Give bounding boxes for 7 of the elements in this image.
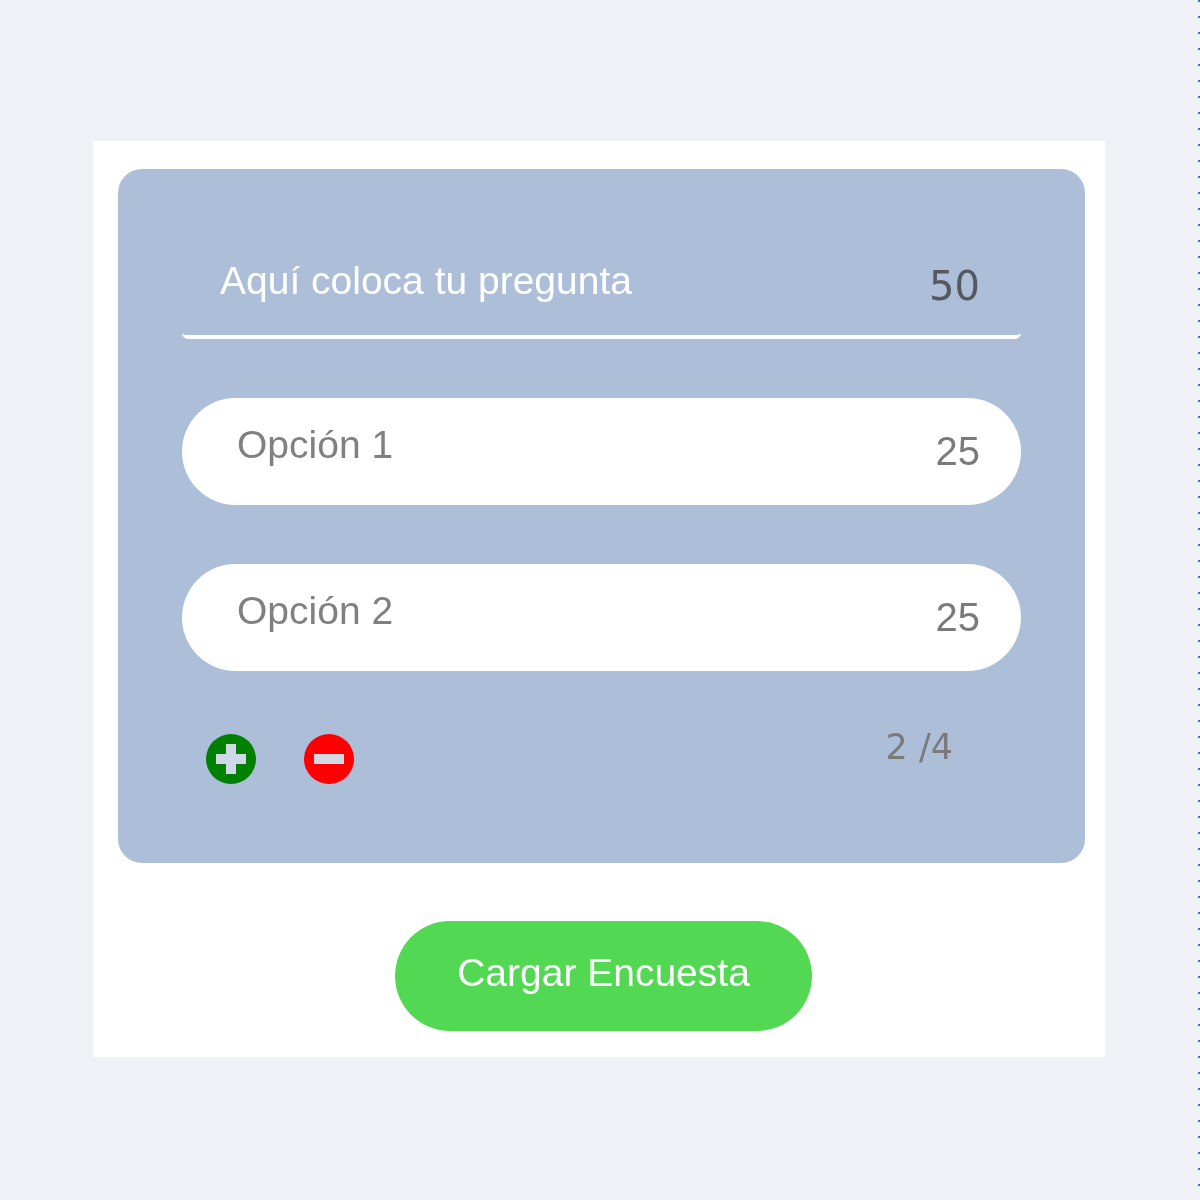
character-counter: 25 bbox=[935, 429, 980, 474]
option-count: 2 /4 bbox=[885, 727, 953, 767]
plus-circle-icon[interactable] bbox=[206, 734, 256, 784]
submit-button[interactable]: Cargar Encuesta bbox=[395, 921, 812, 1031]
character-counter: 50 bbox=[929, 263, 980, 309]
minus-circle-icon[interactable] bbox=[304, 734, 354, 784]
character-counter: 25 bbox=[935, 595, 980, 640]
